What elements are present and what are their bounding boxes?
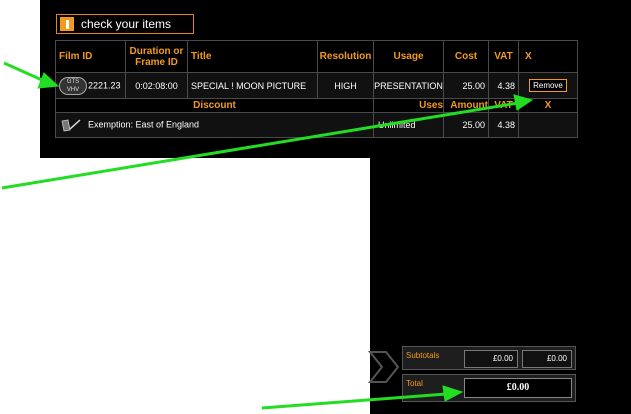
- discount-vat-cell: 4.38: [488, 112, 519, 138]
- table-row: GTS VHV 2221.23 0:02:08:00 SPECIAL ! MOON …: [55, 72, 578, 99]
- resolution-cell: HIGH: [317, 72, 374, 99]
- col-cost: Cost: [443, 40, 489, 73]
- pen-icon: [61, 119, 81, 132]
- check-items-header[interactable]: check your items: [56, 14, 194, 34]
- items-table: Film ID Duration or Frame ID Title Resol…: [55, 40, 578, 138]
- total-value: £0.00: [464, 378, 572, 398]
- title-cell: SPECIAL ! MOON PICTURE: [187, 72, 318, 99]
- discount-name: Exemption: East of England: [88, 119, 200, 130]
- discount-row: Exemption: East of England Unlimited 25.…: [55, 112, 578, 138]
- table-header-row: Film ID Duration or Frame ID Title Resol…: [55, 40, 578, 73]
- discount-remove-cell: [518, 112, 578, 138]
- exclamation-icon: [60, 17, 74, 31]
- col-resolution: Resolution: [317, 40, 374, 73]
- discount-amount-cell: 25.00: [443, 112, 489, 138]
- col-discount-vat: VAT: [488, 98, 519, 113]
- col-amount: Amount: [443, 98, 489, 113]
- discount-uses-cell: Unlimited: [373, 112, 444, 138]
- film-format-icon: GTS VHV: [59, 76, 87, 95]
- discount-name-cell: Exemption: East of England: [55, 112, 374, 138]
- col-discount-remove: X: [518, 98, 578, 113]
- cost-cell: 25.00: [443, 72, 489, 99]
- col-film-id: Film ID: [55, 40, 126, 73]
- subtotal-vat-value: £0.00: [522, 350, 572, 368]
- discount-header-row: Discount Uses Amount VAT X: [55, 98, 578, 113]
- col-discount: Discount: [55, 98, 374, 113]
- col-duration: Duration or Frame ID: [125, 40, 188, 73]
- subtotals-label: Subtotals: [406, 351, 440, 360]
- col-vat: VAT: [488, 40, 519, 73]
- duration-cell: 0:02:08:00: [125, 72, 188, 99]
- remove-button[interactable]: Remove: [529, 79, 567, 92]
- col-uses: Uses: [373, 98, 444, 113]
- col-remove: X: [518, 40, 578, 73]
- usage-cell: PRESENTATION: [373, 72, 444, 99]
- subtotal-cost-value: £0.00: [464, 350, 518, 368]
- film-id-cell: GTS VHV 2221.23: [55, 72, 126, 99]
- vat-cell: 4.38: [488, 72, 519, 99]
- total-label: Total: [406, 379, 423, 388]
- col-usage: Usage: [373, 40, 444, 73]
- col-title: Title: [187, 40, 318, 73]
- film-id: 2221.23: [88, 79, 121, 90]
- header-title: check your items: [81, 17, 172, 31]
- remove-cell: Remove: [518, 72, 578, 99]
